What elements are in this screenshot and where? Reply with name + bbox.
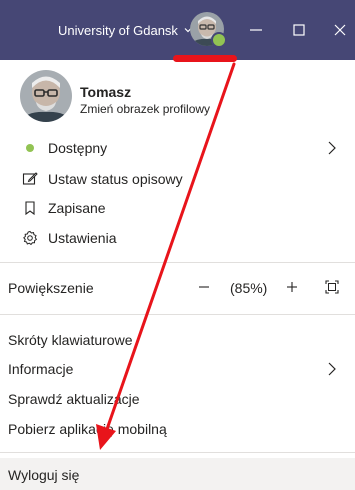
- download-mobile-app-label: Pobierz aplikację mobilną: [8, 421, 167, 437]
- close-icon[interactable]: [328, 18, 352, 42]
- minimize-icon[interactable]: [244, 18, 268, 42]
- settings-item[interactable]: Ustawienia: [0, 223, 355, 253]
- menu-divider: [0, 314, 355, 315]
- check-updates-item[interactable]: Sprawdź aktualizacje: [0, 384, 355, 414]
- bookmark-icon: [25, 201, 35, 216]
- zoom-label: Powiększenie: [8, 280, 94, 296]
- zoom-in-button[interactable]: [284, 279, 300, 295]
- set-status-message-item[interactable]: Ustaw status opisowy: [0, 164, 355, 194]
- zoom-out-button[interactable]: [196, 279, 212, 295]
- title-bar: University of Gdansk: [0, 0, 355, 60]
- chevron-right-icon: [328, 362, 336, 376]
- gear-icon: [23, 230, 38, 246]
- zoom-level: (85%): [230, 280, 268, 296]
- keyboard-shortcuts-item[interactable]: Skróty klawiaturowe: [0, 325, 355, 355]
- org-name: University of Gdansk: [58, 22, 178, 38]
- zoom-row: Powiększenie (85%): [0, 273, 355, 303]
- profile-header: Tomasz Zmień obrazek profilowy: [0, 66, 355, 128]
- profile-name: Tomasz: [80, 84, 132, 100]
- fullscreen-icon[interactable]: [324, 279, 340, 295]
- about-label: Informacje: [8, 361, 74, 377]
- avatar[interactable]: [20, 70, 72, 122]
- avatar-photo: [20, 70, 72, 122]
- chevron-right-icon: [328, 141, 336, 155]
- check-updates-label: Sprawdź aktualizacje: [8, 391, 140, 407]
- sign-out-button[interactable]: Wyloguj się: [0, 458, 355, 490]
- annotation-underline: [173, 55, 237, 62]
- status-label: Dostępny: [48, 140, 108, 156]
- settings-label: Ustawienia: [48, 230, 117, 246]
- keyboard-shortcuts-label: Skróty klawiaturowe: [8, 332, 133, 348]
- titlebar-avatar[interactable]: [190, 12, 227, 48]
- menu-divider: [0, 452, 355, 453]
- saved-label: Zapisane: [48, 200, 106, 216]
- download-mobile-app-item[interactable]: Pobierz aplikację mobilną: [0, 414, 355, 444]
- sign-out-label: Wyloguj się: [8, 467, 80, 483]
- about-item[interactable]: Informacje: [0, 354, 355, 384]
- set-status-message-label: Ustaw status opisowy: [48, 171, 183, 187]
- presence-available-icon: [211, 32, 227, 48]
- change-profile-picture-link[interactable]: Zmień obrazek profilowy: [80, 102, 210, 116]
- org-switcher[interactable]: University of Gdansk: [58, 18, 192, 42]
- menu-divider: [0, 262, 355, 263]
- teams-profile-menu: University of Gdansk Tomasz Zmień obraze…: [0, 0, 355, 490]
- status-available[interactable]: Dostępny: [0, 133, 355, 163]
- available-dot-icon: [26, 144, 34, 152]
- saved-item[interactable]: Zapisane: [0, 193, 355, 223]
- maximize-icon[interactable]: [287, 18, 311, 42]
- edit-message-icon: [22, 172, 38, 185]
